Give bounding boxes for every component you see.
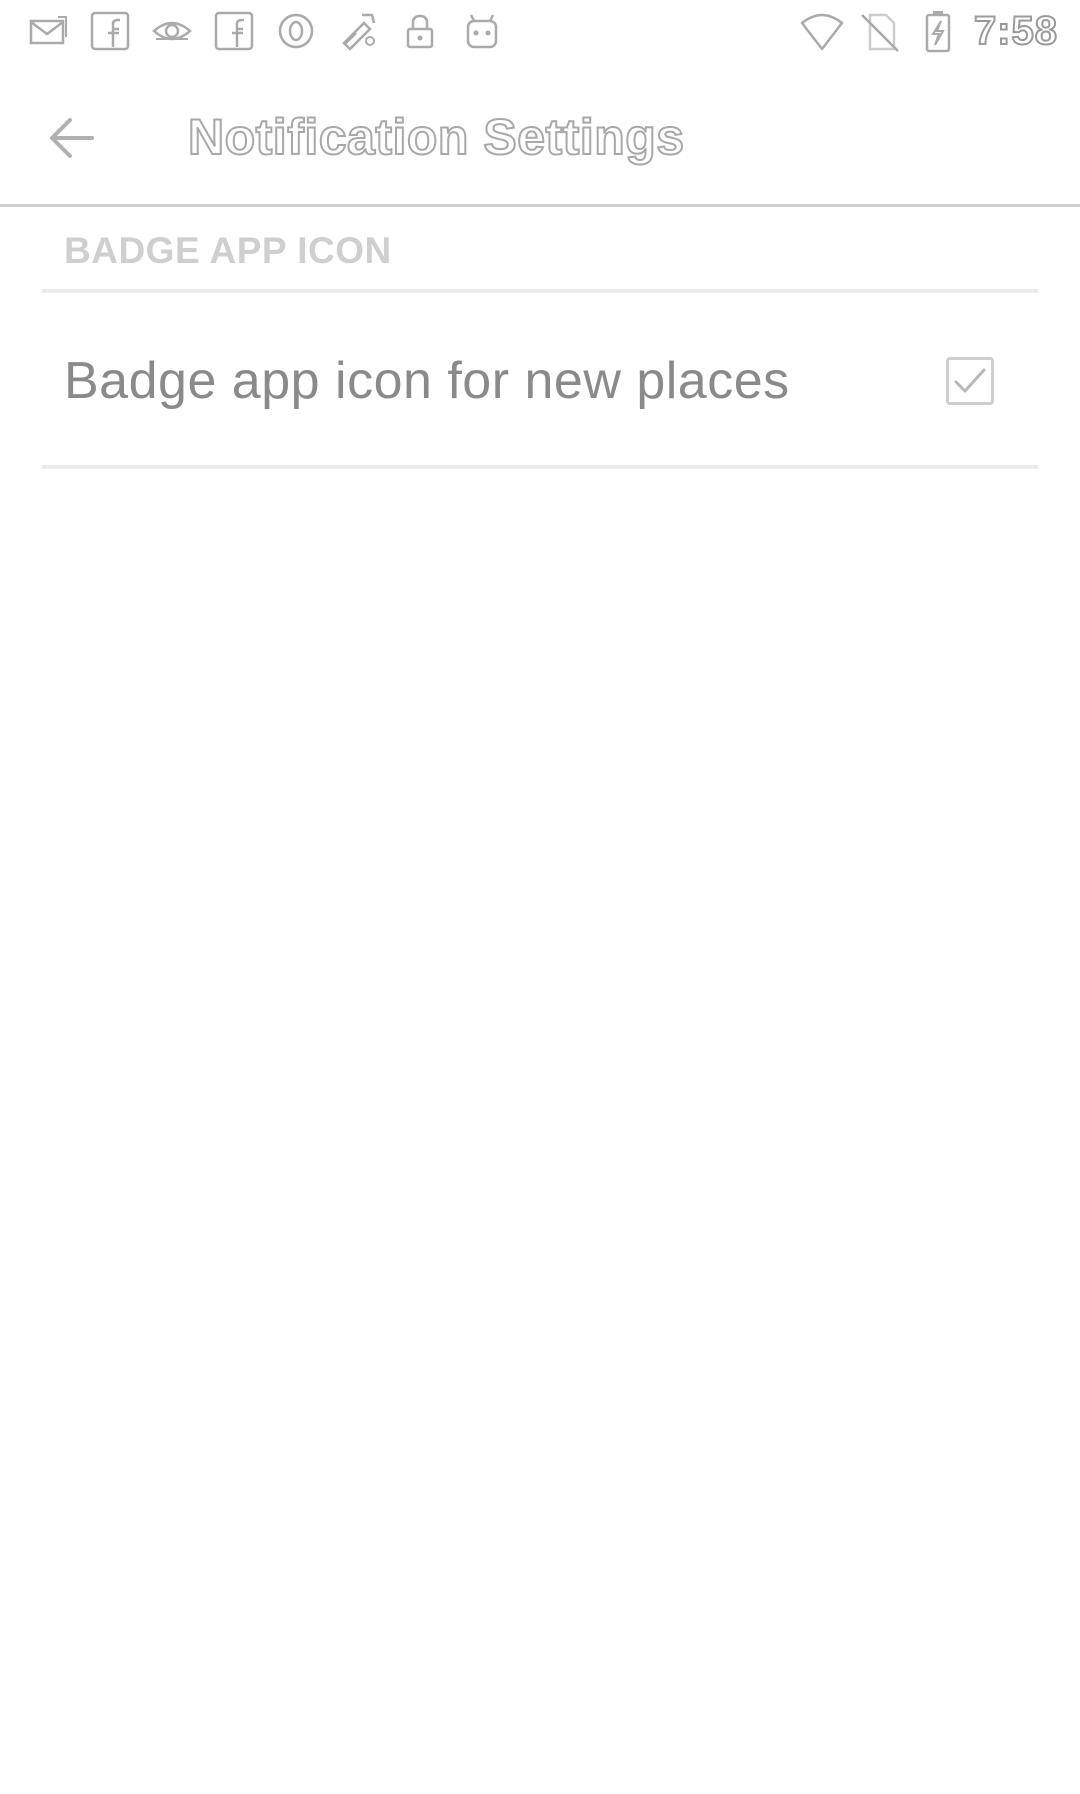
page-title: Notification Settings: [187, 108, 685, 166]
screen: 7:58 Notification Settings BADGE APP ICO…: [0, 0, 1080, 1794]
checkmark-icon: [954, 368, 986, 393]
notification-icons: [0, 0, 504, 62]
section-header: BADGE APP ICON: [64, 230, 392, 271]
arrow-back-icon: [50, 118, 94, 158]
preference-label: Badge app icon for new places: [64, 352, 790, 410]
circle-app-icon: [274, 9, 318, 53]
fake-gps-icon: [336, 9, 380, 53]
badge-app-icon-preference[interactable]: Badge app icon for new places: [42, 293, 1038, 465]
divider: [42, 465, 1038, 469]
status-time: 7:58: [973, 8, 1058, 54]
badge-app-icon-checkbox[interactable]: [946, 357, 994, 405]
eye-app-icon: [150, 9, 194, 53]
no-sim-icon: [858, 9, 902, 53]
mail-icon: [26, 9, 70, 53]
facebook-icon: [212, 9, 256, 53]
system-icons: 7:58: [800, 0, 1080, 62]
app-bar: Notification Settings: [0, 62, 1080, 207]
lock-icon: [398, 9, 442, 53]
android-icon: [460, 9, 504, 53]
status-bar: 7:58: [0, 0, 1080, 62]
wifi-icon: [800, 9, 844, 53]
battery-charging-icon: [916, 9, 960, 53]
facebook-icon: [88, 9, 132, 53]
back-button[interactable]: [38, 104, 106, 172]
